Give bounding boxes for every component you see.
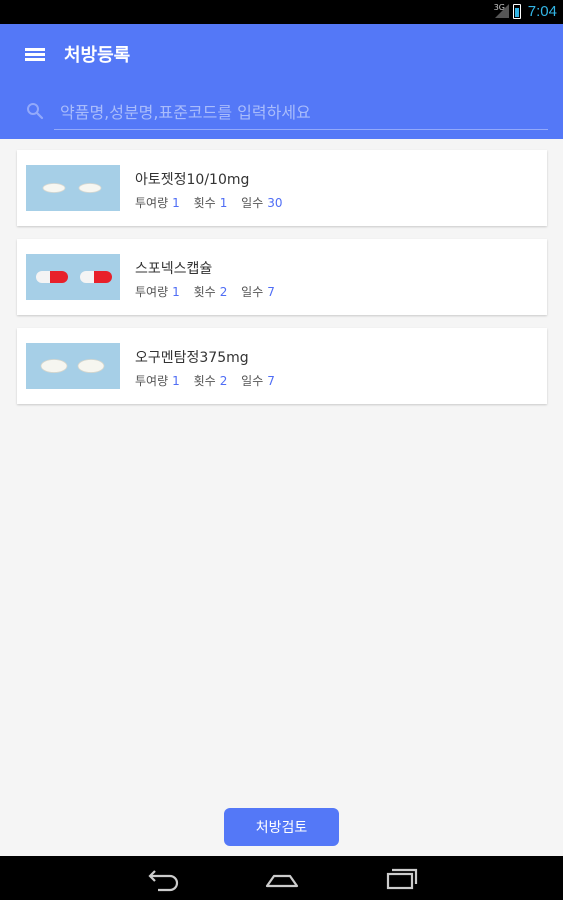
navigation-bar [0,856,563,900]
drug-name: 오구멘탐정375mg [135,350,249,366]
pill-thumbnail [26,343,120,389]
recents-icon[interactable] [382,864,422,892]
dose-label: 투여량 [135,374,169,388]
page-title: 처방등록 [64,45,131,66]
dose-value: 1 [172,285,180,299]
frequency-label: 횟수 [193,285,216,299]
search-bar [22,96,552,132]
signal-icon [495,4,509,18]
dose-value: 1 [172,196,180,210]
dose-label: 투여량 [135,196,169,210]
back-icon[interactable] [142,864,182,892]
frequency-value: 1 [219,196,228,210]
medication-list: 아토젯정10/10mg 투여량 1 횟수 1 일수 30 스포넥스캡슐 투여량 1 횟 [17,150,547,417]
drug-name: 스포넥스캡슐 [135,261,213,277]
pill-thumbnail [26,165,120,211]
search-icon [26,102,44,120]
days-value: 30 [267,196,283,210]
days-value: 7 [267,285,275,299]
dosage-info: 투여량 1 횟수 2 일수 7 [135,283,285,300]
frequency-label: 횟수 [193,374,216,388]
frequency-label: 횟수 [193,196,216,210]
pill-thumbnail [26,254,120,300]
review-prescription-button[interactable]: 처방검토 [224,808,339,846]
medication-card[interactable]: 스포넥스캡슐 투여량 1 횟수 2 일수 7 [17,239,547,315]
home-icon[interactable] [262,864,302,892]
days-label: 일수 [241,196,264,210]
dosage-info: 투여량 1 횟수 1 일수 30 [135,194,293,211]
app-bar: 처방등록 [0,24,563,139]
dose-label: 투여량 [135,285,169,299]
battery-icon [513,4,521,19]
frequency-value: 2 [219,285,228,299]
status-clock: 7:04 [527,3,557,20]
days-label: 일수 [241,374,264,388]
status-bar: 3G 7:04 [0,0,563,24]
search-input[interactable] [54,96,548,130]
drug-name: 아토젯정10/10mg [135,172,250,188]
medication-card[interactable]: 오구멘탐정375mg 투여량 1 횟수 2 일수 7 [17,328,547,404]
days-value: 7 [267,374,275,388]
frequency-value: 2 [219,374,228,388]
dosage-info: 투여량 1 횟수 2 일수 7 [135,372,285,389]
days-label: 일수 [241,285,264,299]
hamburger-menu-icon[interactable] [25,46,45,62]
medication-card[interactable]: 아토젯정10/10mg 투여량 1 횟수 1 일수 30 [17,150,547,226]
dose-value: 1 [172,374,180,388]
